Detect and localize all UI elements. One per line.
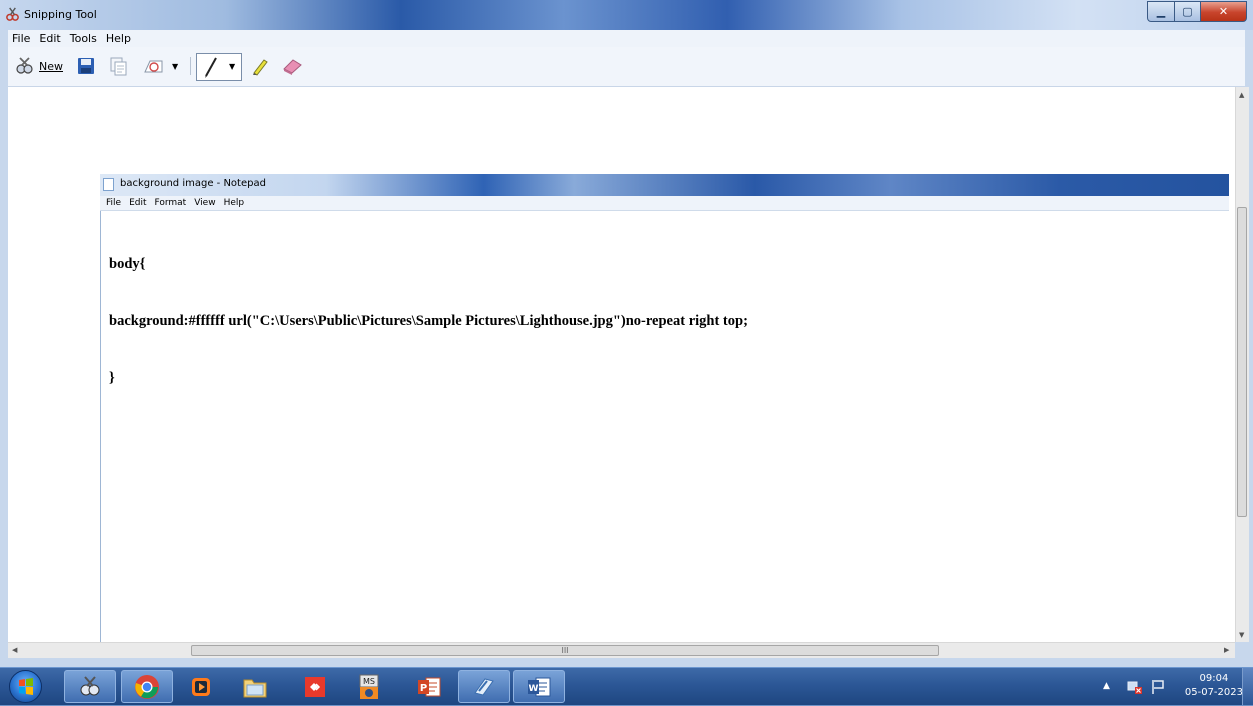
svg-text:P: P	[420, 683, 427, 694]
windows-start-button[interactable]	[9, 670, 42, 703]
floppy-disk-icon	[78, 58, 94, 74]
notepad-menu-help: Help	[223, 198, 245, 208]
paint-icon	[474, 677, 494, 696]
code-line: }	[109, 370, 115, 386]
clock-time: 09:04	[1199, 673, 1229, 684]
windows-logo-icon	[19, 678, 33, 695]
svg-text:W: W	[529, 684, 539, 694]
notepad-menu-view: View	[194, 198, 216, 208]
menu-edit[interactable]: Edit	[39, 32, 60, 45]
eraser-button[interactable]	[280, 55, 304, 77]
copy-icon	[110, 57, 127, 76]
new-label: New	[39, 59, 63, 73]
folder-icon	[243, 679, 267, 697]
taskbar: MS P W ▲ 09:04 05-07-2023	[0, 667, 1253, 705]
powerpoint-icon: P	[418, 677, 441, 696]
notepad-menu-edit: Edit	[129, 198, 147, 208]
ms-office-icon: MS	[359, 674, 379, 699]
notepad-text-area: body{ background:#ffffff url("C:\Users\P…	[100, 211, 1229, 642]
send-snip-icon	[144, 60, 163, 73]
taskbar-media-player[interactable]	[175, 670, 227, 703]
taskbar-snipping-tool[interactable]	[64, 670, 116, 703]
scroll-up-icon[interactable]: ▲	[1239, 91, 1244, 99]
notepad-title: background image - Notepad	[120, 178, 266, 189]
system-tray: ▲ 09:04 05-07-2023	[1093, 668, 1253, 705]
minimize-button[interactable]: ▁	[1147, 1, 1175, 22]
window-title: Snipping Tool	[24, 8, 97, 21]
taskbar-anydesk[interactable]	[289, 670, 341, 703]
menu-tools[interactable]: Tools	[70, 32, 97, 45]
maximize-button[interactable]: ▢	[1175, 1, 1201, 22]
action-center-flag-icon[interactable]	[1151, 679, 1165, 695]
title-bar[interactable]: Snipping Tool ▁ ▢ ✕	[0, 0, 1253, 30]
clock[interactable]: 09:04 05-07-2023	[1185, 672, 1243, 700]
vertical-scrollbar[interactable]: ▲ ▼	[1235, 87, 1249, 642]
save-button[interactable]	[76, 55, 96, 77]
toolbar-separator	[190, 57, 191, 75]
notepad-icon	[103, 178, 114, 191]
taskbar-file-explorer[interactable]	[229, 670, 281, 703]
show-desktop-button[interactable]	[1242, 668, 1253, 705]
chevron-down-icon[interactable]: ▼	[172, 62, 178, 71]
media-player-icon	[192, 677, 210, 696]
svg-text:MS: MS	[363, 677, 375, 686]
notepad-menu-bar: File Edit Format View Help	[100, 196, 1229, 211]
menu-help[interactable]: Help	[106, 32, 131, 45]
new-snip-button[interactable]: New	[14, 55, 63, 77]
copy-button[interactable]	[108, 55, 128, 77]
horizontal-scroll-thumb[interactable]: III	[191, 645, 939, 656]
scissors-icon	[16, 57, 33, 74]
menu-file[interactable]: File	[12, 32, 30, 45]
code-line: background:#ffffff url("C:\Users\Public\…	[109, 313, 748, 329]
code-line: body{	[109, 256, 146, 272]
scissors-icon	[80, 675, 100, 695]
pen-button[interactable]: ▼	[196, 53, 242, 81]
eraser-icon	[283, 59, 302, 75]
scroll-left-icon[interactable]: ◀	[12, 646, 17, 654]
chrome-icon	[135, 674, 159, 699]
taskbar-paint[interactable]	[458, 670, 510, 703]
scroll-down-icon[interactable]: ▼	[1239, 631, 1244, 639]
pen-icon	[205, 57, 217, 78]
scroll-right-icon[interactable]: ▶	[1224, 646, 1229, 654]
close-button[interactable]: ✕	[1201, 1, 1247, 22]
horizontal-scrollbar[interactable]: ◀ III ▶	[8, 642, 1235, 658]
taskbar-chrome[interactable]	[121, 670, 173, 703]
notepad-title-bar: background image - Notepad	[100, 174, 1229, 196]
snipping-tool-window: Snipping Tool ▁ ▢ ✕ File Edit Tools Help…	[0, 0, 1253, 667]
clock-date: 05-07-2023	[1184, 687, 1243, 698]
taskbar-word[interactable]: W	[513, 670, 565, 703]
chevron-down-icon[interactable]: ▼	[229, 62, 235, 71]
word-icon: W	[528, 677, 551, 696]
highlighter-button[interactable]	[250, 55, 270, 77]
scissors-icon	[6, 7, 19, 21]
anydesk-icon	[305, 676, 325, 697]
code-text: body{ background:#ffffff url("C:\Users\P…	[109, 217, 748, 426]
toolbar: New ▼ ▼	[8, 47, 1245, 87]
caption-buttons: ▁ ▢ ✕	[1147, 1, 1247, 22]
captured-notepad-window: background image - Notepad File Edit For…	[100, 174, 1229, 642]
show-hidden-icons-icon[interactable]: ▲	[1103, 681, 1110, 691]
taskbar-ms-office-ms[interactable]: MS	[343, 670, 395, 703]
menu-bar: File Edit Tools Help	[8, 30, 1245, 47]
taskbar-powerpoint[interactable]: P	[403, 670, 455, 703]
highlighter-icon	[253, 59, 268, 76]
send-snip-button[interactable]: ▼	[142, 55, 178, 77]
notepad-menu-format: Format	[154, 198, 187, 208]
vertical-scroll-thumb[interactable]	[1237, 207, 1247, 517]
notepad-menu-file: File	[106, 198, 122, 208]
network-error-icon[interactable]	[1127, 679, 1143, 695]
